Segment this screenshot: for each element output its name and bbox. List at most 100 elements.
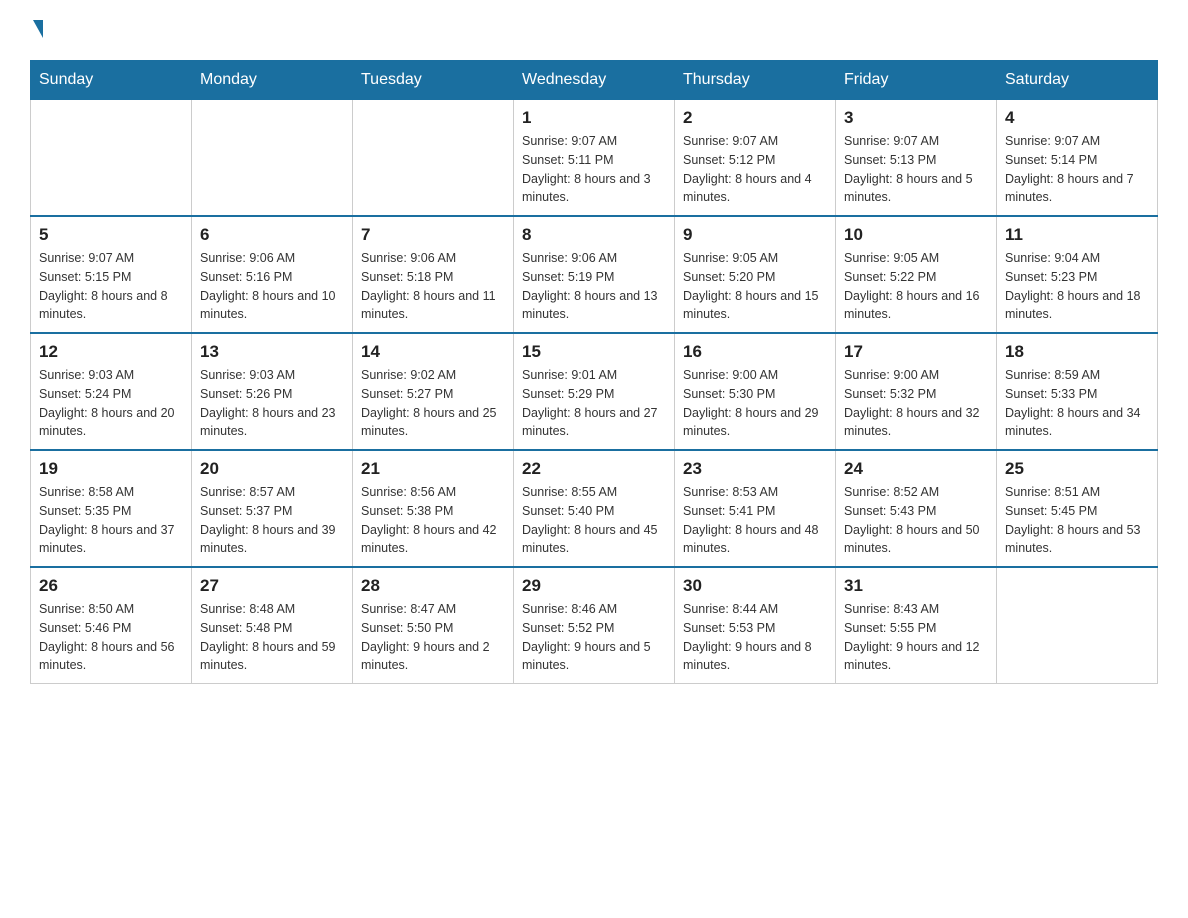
- day-number: 1: [522, 108, 666, 128]
- calendar-table: SundayMondayTuesdayWednesdayThursdayFrid…: [30, 60, 1158, 684]
- day-number: 25: [1005, 459, 1149, 479]
- day-number: 16: [683, 342, 827, 362]
- day-info: Sunrise: 8:59 AMSunset: 5:33 PMDaylight:…: [1005, 366, 1149, 441]
- header-monday: Monday: [192, 61, 353, 100]
- calendar-week-row: 1Sunrise: 9:07 AMSunset: 5:11 PMDaylight…: [31, 100, 1158, 217]
- calendar-cell: 20 Sunrise: 8:57 AMSunset: 5:37 PMDayligh…: [192, 450, 353, 567]
- calendar-cell: [192, 100, 353, 217]
- day-number: 30: [683, 576, 827, 596]
- calendar-cell: [31, 100, 192, 217]
- day-number: 11: [1005, 225, 1149, 245]
- day-info: Sunrise: 9:07 AMSunset: 5:15 PMDaylight:…: [39, 249, 183, 324]
- header-wednesday: Wednesday: [514, 61, 675, 100]
- day-info: Sunrise: 9:06 AMSunset: 5:16 PMDaylight:…: [200, 249, 344, 324]
- day-number: 23: [683, 459, 827, 479]
- calendar-cell: 16 Sunrise: 9:00 AMSunset: 5:30 PMDayligh…: [675, 333, 836, 450]
- day-number: 13: [200, 342, 344, 362]
- day-number: 17: [844, 342, 988, 362]
- logo: [30, 20, 43, 40]
- day-info: Sunrise: 8:47 AMSunset: 5:50 PMDaylight:…: [361, 600, 505, 675]
- day-info: Sunrise: 9:05 AMSunset: 5:22 PMDaylight:…: [844, 249, 988, 324]
- calendar-cell: 19Sunrise: 8:58 AMSunset: 5:35 PMDayligh…: [31, 450, 192, 567]
- day-number: 3: [844, 108, 988, 128]
- day-number: 8: [522, 225, 666, 245]
- day-number: 26: [39, 576, 183, 596]
- calendar-cell: 23 Sunrise: 8:53 AMSunset: 5:41 PMDayligh…: [675, 450, 836, 567]
- calendar-cell: 26 Sunrise: 8:50 AMSunset: 5:46 PMDayligh…: [31, 567, 192, 684]
- header-saturday: Saturday: [997, 61, 1158, 100]
- calendar-cell: 28 Sunrise: 8:47 AMSunset: 5:50 PMDayligh…: [353, 567, 514, 684]
- header-tuesday: Tuesday: [353, 61, 514, 100]
- day-number: 19: [39, 459, 183, 479]
- day-info: Sunrise: 9:00 AMSunset: 5:30 PMDaylight:…: [683, 366, 827, 441]
- day-number: 15: [522, 342, 666, 362]
- day-info: Sunrise: 9:07 AMSunset: 5:14 PMDaylight:…: [1005, 132, 1149, 207]
- calendar-cell: 3 Sunrise: 9:07 AMSunset: 5:13 PMDaylight…: [836, 100, 997, 217]
- calendar-cell: 9 Sunrise: 9:05 AMSunset: 5:20 PMDaylight…: [675, 216, 836, 333]
- day-info: Sunrise: 9:06 AMSunset: 5:18 PMDaylight:…: [361, 249, 505, 324]
- calendar-week-row: 26 Sunrise: 8:50 AMSunset: 5:46 PMDayligh…: [31, 567, 1158, 684]
- day-info: Sunrise: 8:51 AMSunset: 5:45 PMDaylight:…: [1005, 483, 1149, 558]
- logo-blue-part: [30, 20, 43, 40]
- day-info: Sunrise: 8:56 AMSunset: 5:38 PMDaylight:…: [361, 483, 505, 558]
- day-info: Sunrise: 8:52 AMSunset: 5:43 PMDaylight:…: [844, 483, 988, 558]
- calendar-cell: 5 Sunrise: 9:07 AMSunset: 5:15 PMDaylight…: [31, 216, 192, 333]
- day-number: 29: [522, 576, 666, 596]
- day-number: 18: [1005, 342, 1149, 362]
- calendar-cell: 17Sunrise: 9:00 AMSunset: 5:32 PMDayligh…: [836, 333, 997, 450]
- day-info: Sunrise: 8:50 AMSunset: 5:46 PMDaylight:…: [39, 600, 183, 675]
- day-info: Sunrise: 9:03 AMSunset: 5:26 PMDaylight:…: [200, 366, 344, 441]
- calendar-cell: 1Sunrise: 9:07 AMSunset: 5:11 PMDaylight…: [514, 100, 675, 217]
- calendar-cell: [997, 567, 1158, 684]
- logo-triangle-icon: [33, 20, 43, 38]
- day-number: 10: [844, 225, 988, 245]
- calendar-cell: 31 Sunrise: 8:43 AMSunset: 5:55 PMDayligh…: [836, 567, 997, 684]
- day-info: Sunrise: 9:01 AMSunset: 5:29 PMDaylight:…: [522, 366, 666, 441]
- calendar-cell: 2 Sunrise: 9:07 AMSunset: 5:12 PMDaylight…: [675, 100, 836, 217]
- day-info: Sunrise: 8:53 AMSunset: 5:41 PMDaylight:…: [683, 483, 827, 558]
- day-info: Sunrise: 8:48 AMSunset: 5:48 PMDaylight:…: [200, 600, 344, 675]
- day-info: Sunrise: 9:05 AMSunset: 5:20 PMDaylight:…: [683, 249, 827, 324]
- calendar-cell: 24Sunrise: 8:52 AMSunset: 5:43 PMDayligh…: [836, 450, 997, 567]
- day-number: 22: [522, 459, 666, 479]
- calendar-cell: 27Sunrise: 8:48 AMSunset: 5:48 PMDayligh…: [192, 567, 353, 684]
- day-number: 5: [39, 225, 183, 245]
- calendar-cell: 14 Sunrise: 9:02 AMSunset: 5:27 PMDayligh…: [353, 333, 514, 450]
- calendar-week-row: 12Sunrise: 9:03 AMSunset: 5:24 PMDayligh…: [31, 333, 1158, 450]
- calendar-week-row: 5 Sunrise: 9:07 AMSunset: 5:15 PMDaylight…: [31, 216, 1158, 333]
- day-info: Sunrise: 8:55 AMSunset: 5:40 PMDaylight:…: [522, 483, 666, 558]
- day-info: Sunrise: 8:57 AMSunset: 5:37 PMDaylight:…: [200, 483, 344, 558]
- calendar-header-row: SundayMondayTuesdayWednesdayThursdayFrid…: [31, 61, 1158, 100]
- day-number: 4: [1005, 108, 1149, 128]
- calendar-cell: 6Sunrise: 9:06 AMSunset: 5:16 PMDaylight…: [192, 216, 353, 333]
- calendar-cell: 21Sunrise: 8:56 AMSunset: 5:38 PMDayligh…: [353, 450, 514, 567]
- day-number: 12: [39, 342, 183, 362]
- calendar-cell: 22 Sunrise: 8:55 AMSunset: 5:40 PMDayligh…: [514, 450, 675, 567]
- header-sunday: Sunday: [31, 61, 192, 100]
- day-number: 20: [200, 459, 344, 479]
- day-info: Sunrise: 9:07 AMSunset: 5:12 PMDaylight:…: [683, 132, 827, 207]
- day-number: 14: [361, 342, 505, 362]
- day-info: Sunrise: 9:02 AMSunset: 5:27 PMDaylight:…: [361, 366, 505, 441]
- calendar-cell: 30 Sunrise: 8:44 AMSunset: 5:53 PMDayligh…: [675, 567, 836, 684]
- day-info: Sunrise: 9:06 AMSunset: 5:19 PMDaylight:…: [522, 249, 666, 324]
- calendar-cell: 8 Sunrise: 9:06 AMSunset: 5:19 PMDaylight…: [514, 216, 675, 333]
- day-info: Sunrise: 8:46 AMSunset: 5:52 PMDaylight:…: [522, 600, 666, 675]
- calendar-cell: 7Sunrise: 9:06 AMSunset: 5:18 PMDaylight…: [353, 216, 514, 333]
- header: [30, 20, 1158, 40]
- calendar-cell: 29 Sunrise: 8:46 AMSunset: 5:52 PMDayligh…: [514, 567, 675, 684]
- calendar-week-row: 19Sunrise: 8:58 AMSunset: 5:35 PMDayligh…: [31, 450, 1158, 567]
- day-number: 2: [683, 108, 827, 128]
- day-info: Sunrise: 8:43 AMSunset: 5:55 PMDaylight:…: [844, 600, 988, 675]
- calendar-cell: 25 Sunrise: 8:51 AMSunset: 5:45 PMDayligh…: [997, 450, 1158, 567]
- calendar-cell: 4 Sunrise: 9:07 AMSunset: 5:14 PMDaylight…: [997, 100, 1158, 217]
- day-info: Sunrise: 9:07 AMSunset: 5:13 PMDaylight:…: [844, 132, 988, 207]
- day-info: Sunrise: 8:44 AMSunset: 5:53 PMDaylight:…: [683, 600, 827, 675]
- calendar-cell: 12Sunrise: 9:03 AMSunset: 5:24 PMDayligh…: [31, 333, 192, 450]
- day-number: 31: [844, 576, 988, 596]
- day-number: 9: [683, 225, 827, 245]
- calendar-cell: [353, 100, 514, 217]
- calendar-cell: 11Sunrise: 9:04 AMSunset: 5:23 PMDayligh…: [997, 216, 1158, 333]
- day-number: 28: [361, 576, 505, 596]
- header-thursday: Thursday: [675, 61, 836, 100]
